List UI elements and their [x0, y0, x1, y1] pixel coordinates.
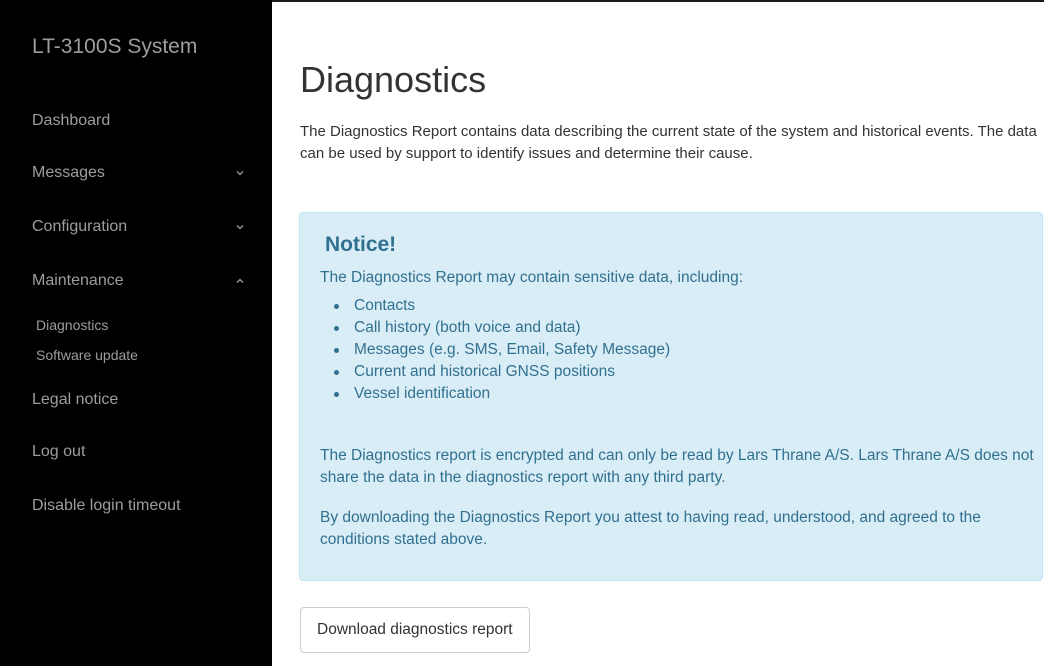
sidebar-item-legal-notice[interactable]: Legal notice: [32, 390, 246, 410]
sidebar-item-log-out[interactable]: Log out: [32, 442, 246, 462]
sidebar-item-label: Maintenance: [32, 272, 124, 289]
list-item: Current and historical GNSS positions: [320, 361, 670, 383]
notice-box: Notice! The Diagnostics Report may conta…: [299, 212, 1043, 581]
sidebar-item-disable-login-timeout[interactable]: Disable login timeout: [32, 496, 246, 516]
list-item-label: Contacts: [354, 297, 416, 314]
sidebar-item-label: Disable login timeout: [32, 497, 181, 514]
sidebar-item-maintenance[interactable]: Maintenance: [32, 271, 246, 291]
bullet-icon: [334, 304, 339, 309]
list-item: Contacts: [320, 295, 670, 317]
list-item-label: Current and historical GNSS positions: [354, 363, 616, 380]
sidebar: LT-3100S System Dashboard Messages Confi…: [0, 0, 272, 666]
sidebar-subitem-diagnostics[interactable]: Diagnostics: [36, 316, 108, 334]
sidebar-item-label: Messages: [32, 164, 105, 181]
list-item-label: Messages (e.g. SMS, Email, Safety Messag…: [354, 341, 671, 358]
chevron-down-icon: [236, 171, 244, 176]
download-diagnostics-button[interactable]: Download diagnostics report: [300, 607, 530, 653]
chevron-down-icon: [236, 225, 244, 230]
notice-lead: The Diagnostics Report may contain sensi…: [320, 269, 744, 286]
sidebar-subitem-software-update[interactable]: Software update: [36, 346, 138, 364]
list-item: Vessel identification: [320, 383, 670, 405]
main-content: Diagnostics The Diagnostics Report conta…: [272, 2, 1044, 666]
bullet-icon: [334, 370, 339, 375]
sidebar-item-label: Dashboard: [32, 112, 111, 129]
sidebar-item-messages[interactable]: Messages: [32, 163, 246, 183]
sidebar-item-label: Legal notice: [32, 391, 119, 408]
sidebar-item-dashboard[interactable]: Dashboard: [32, 111, 246, 131]
brand-title[interactable]: LT-3100S System: [32, 34, 197, 60]
bullet-icon: [334, 392, 339, 397]
chevron-up-icon: [236, 278, 244, 283]
list-item-label: Call history (both voice and data): [354, 319, 581, 336]
sidebar-item-label: Log out: [32, 443, 86, 460]
list-item: Call history (both voice and data): [320, 317, 670, 339]
bullet-icon: [334, 326, 339, 331]
list-item-label: Vessel identification: [354, 385, 491, 402]
intro-text: The Diagnostics Report contains data des…: [300, 123, 1037, 162]
sidebar-item-configuration[interactable]: Configuration: [32, 217, 246, 237]
sidebar-item-label: Configuration: [32, 218, 128, 235]
list-item: Messages (e.g. SMS, Email, Safety Messag…: [320, 339, 670, 361]
page-title: Diagnostics: [300, 59, 487, 100]
notice-agreement-text: By downloading the Diagnostics Report yo…: [320, 509, 981, 548]
bullet-icon: [334, 348, 339, 353]
sensitive-data-list: Contacts Call history (both voice and da…: [320, 295, 670, 405]
notice-title: Notice!: [325, 233, 397, 256]
notice-encryption-text: The Diagnostics report is encrypted and …: [320, 447, 1034, 486]
